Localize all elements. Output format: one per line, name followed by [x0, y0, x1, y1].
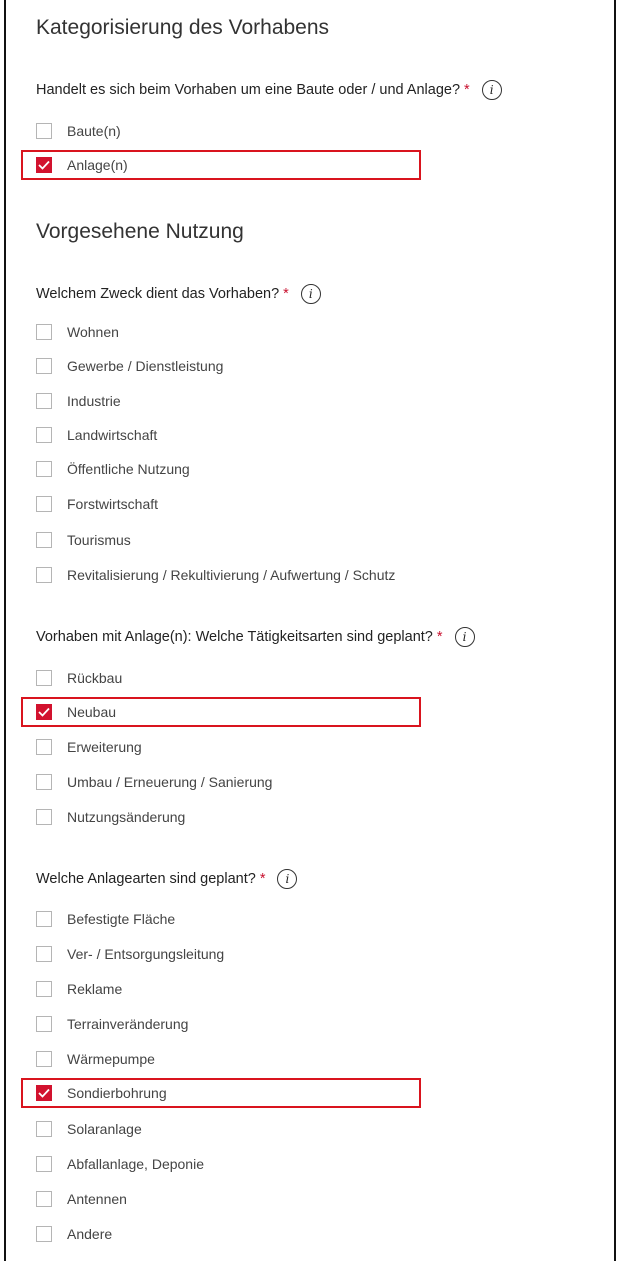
checkbox-label: Umbau / Erneuerung / Sanierung — [67, 774, 273, 790]
checkbox-label: Forstwirtschaft — [67, 496, 159, 512]
required-mark: * — [283, 286, 289, 302]
checkbox-option-gewerbe[interactable]: Gewerbe / Dienstleistung — [36, 355, 223, 377]
question-label: Handelt es sich beim Vorhaben um eine Ba… — [36, 82, 461, 98]
checkbox-label: Reklame — [67, 981, 123, 997]
checkbox-label: Befestigte Fläche — [67, 911, 176, 927]
checkbox-option-rueckbau[interactable]: Rückbau — [36, 667, 122, 689]
section-title-nutzung: Vorgesehene Nutzung — [36, 220, 244, 243]
checkbox-option-reklame[interactable]: Reklame — [36, 978, 122, 1000]
required-mark: * — [464, 82, 470, 98]
checkbox-option-umbau[interactable]: Umbau / Erneuerung / Sanierung — [36, 771, 272, 793]
checkbox-option-andere[interactable]: Andere — [36, 1223, 112, 1245]
checkbox-label: Andere — [67, 1226, 113, 1242]
info-icon[interactable]: i — [481, 80, 502, 100]
checkbox-option-neubau[interactable]: Neubau — [36, 701, 116, 723]
checkbox-label: Revitalisierung / Rekultivierung / Aufwe… — [67, 567, 396, 583]
checkbox-label: Tourismus — [67, 532, 131, 548]
checkbox-label: Rückbau — [67, 670, 123, 686]
checkbox-label: Gewerbe / Dienstleistung — [67, 358, 224, 374]
checkbox-option-anlage[interactable]: Anlage(n) — [36, 154, 128, 176]
checkbox[interactable] — [36, 1121, 52, 1137]
checkbox-label: Sondierbohrung — [67, 1085, 167, 1101]
checkbox[interactable] — [36, 496, 52, 512]
checkbox[interactable] — [36, 774, 52, 790]
checkbox[interactable] — [36, 981, 52, 997]
checkbox-option-forstwirtschaft[interactable]: Forstwirtschaft — [36, 493, 158, 515]
checkbox[interactable] — [36, 1051, 52, 1067]
checkbox-label: Anlage(n) — [67, 157, 128, 173]
checkbox-option-erweiterung[interactable]: Erweiterung — [36, 736, 142, 758]
checkbox-label: Erweiterung — [67, 739, 142, 755]
checkbox-option-nutzungsaenderung[interactable]: Nutzungsänderung — [36, 806, 185, 828]
checkbox-option-terrainveraenderung[interactable]: Terrainveränderung — [36, 1013, 188, 1035]
checkbox[interactable] — [36, 393, 52, 409]
checkbox-label: Nutzungsänderung — [67, 809, 186, 825]
info-icon[interactable]: i — [277, 869, 298, 889]
checkbox[interactable] — [36, 1156, 52, 1172]
checkbox[interactable] — [36, 1226, 52, 1242]
checkbox-option-sondierbohrung[interactable]: Sondierbohrung — [36, 1082, 167, 1104]
checkbox[interactable] — [36, 532, 52, 548]
info-icon[interactable]: i — [454, 627, 475, 647]
checkbox-label: Wohnen — [67, 324, 119, 340]
checkbox[interactable] — [36, 461, 52, 477]
question-anlagearten: Welche Anlagearten sind geplant? * i — [36, 869, 298, 889]
checkbox[interactable] — [36, 1085, 52, 1101]
checkbox[interactable] — [36, 358, 52, 374]
required-mark: * — [259, 871, 266, 887]
checkbox[interactable] — [36, 123, 52, 139]
checkbox-label: Ver- / Entsorgungsleitung — [67, 946, 225, 962]
checkbox-option-waermepumpe[interactable]: Wärmepumpe — [36, 1048, 155, 1070]
checkbox[interactable] — [36, 567, 52, 583]
question-baute-anlage: Handelt es sich beim Vorhaben um eine Ba… — [36, 80, 502, 100]
question-label: Vorhaben mit Anlage(n): Welche Tätigkeit… — [36, 629, 433, 645]
checkbox-option-solaranlage[interactable]: Solaranlage — [36, 1118, 142, 1140]
checkbox-label: Solaranlage — [67, 1121, 142, 1137]
checkbox-option-abfallanlage[interactable]: Abfallanlage, Deponie — [36, 1153, 204, 1175]
question-zweck: Welchem Zweck dient das Vorhaben? * i — [36, 284, 321, 304]
checkbox-option-industrie[interactable]: Industrie — [36, 390, 121, 412]
question-taetigkeitsarten: Vorhaben mit Anlage(n): Welche Tätigkeit… — [36, 627, 475, 647]
required-mark: * — [436, 629, 443, 645]
checkbox[interactable] — [36, 946, 52, 962]
checkbox-option-tourismus[interactable]: Tourismus — [36, 529, 131, 551]
checkbox[interactable] — [36, 670, 52, 686]
checkbox[interactable] — [36, 704, 52, 720]
checkbox-label: Neubau — [67, 704, 117, 720]
checkbox[interactable] — [36, 911, 52, 927]
checkbox[interactable] — [36, 427, 52, 443]
section-title-kategorisierung: Kategorisierung des Vorhabens — [36, 16, 330, 39]
checkbox[interactable] — [36, 739, 52, 755]
checkbox-option-wohnen[interactable]: Wohnen — [36, 321, 119, 343]
checkbox-option-ver-entsorgungsleitung[interactable]: Ver- / Entsorgungsleitung — [36, 943, 224, 965]
checkbox-label: Wärmepumpe — [67, 1051, 155, 1067]
question-label: Welchem Zweck dient das Vorhaben? — [36, 286, 280, 302]
checkbox[interactable] — [36, 157, 52, 173]
checkbox-option-antennen[interactable]: Antennen — [36, 1188, 127, 1210]
form-panel: Kategorisierung des Vorhabens Handelt es… — [4, 0, 616, 1261]
checkbox-option-revitalisierung[interactable]: Revitalisierung / Rekultivierung / Aufwe… — [36, 564, 395, 586]
checkbox-label: Öffentliche Nutzung — [67, 461, 190, 477]
question-label: Welche Anlagearten sind geplant? — [36, 871, 256, 887]
checkbox-label: Abfallanlage, Deponie — [67, 1156, 204, 1172]
checkbox-option-landwirtschaft[interactable]: Landwirtschaft — [36, 424, 157, 446]
checkbox-label: Baute(n) — [67, 123, 121, 139]
checkbox[interactable] — [36, 1016, 52, 1032]
info-icon[interactable]: i — [300, 284, 321, 304]
checkbox-label: Antennen — [67, 1191, 127, 1207]
checkbox-option-befestigte-flaeche[interactable]: Befestigte Fläche — [36, 908, 175, 930]
checkbox-label: Terrainveränderung — [67, 1016, 189, 1032]
checkbox[interactable] — [36, 324, 52, 340]
checkbox[interactable] — [36, 809, 52, 825]
checkbox-option-baute[interactable]: Baute(n) — [36, 120, 121, 142]
checkbox-option-oeffentliche-nutzung[interactable]: Öffentliche Nutzung — [36, 458, 190, 480]
checkbox-label: Industrie — [67, 393, 121, 409]
checkbox[interactable] — [36, 1191, 52, 1207]
checkbox-label: Landwirtschaft — [67, 427, 158, 443]
